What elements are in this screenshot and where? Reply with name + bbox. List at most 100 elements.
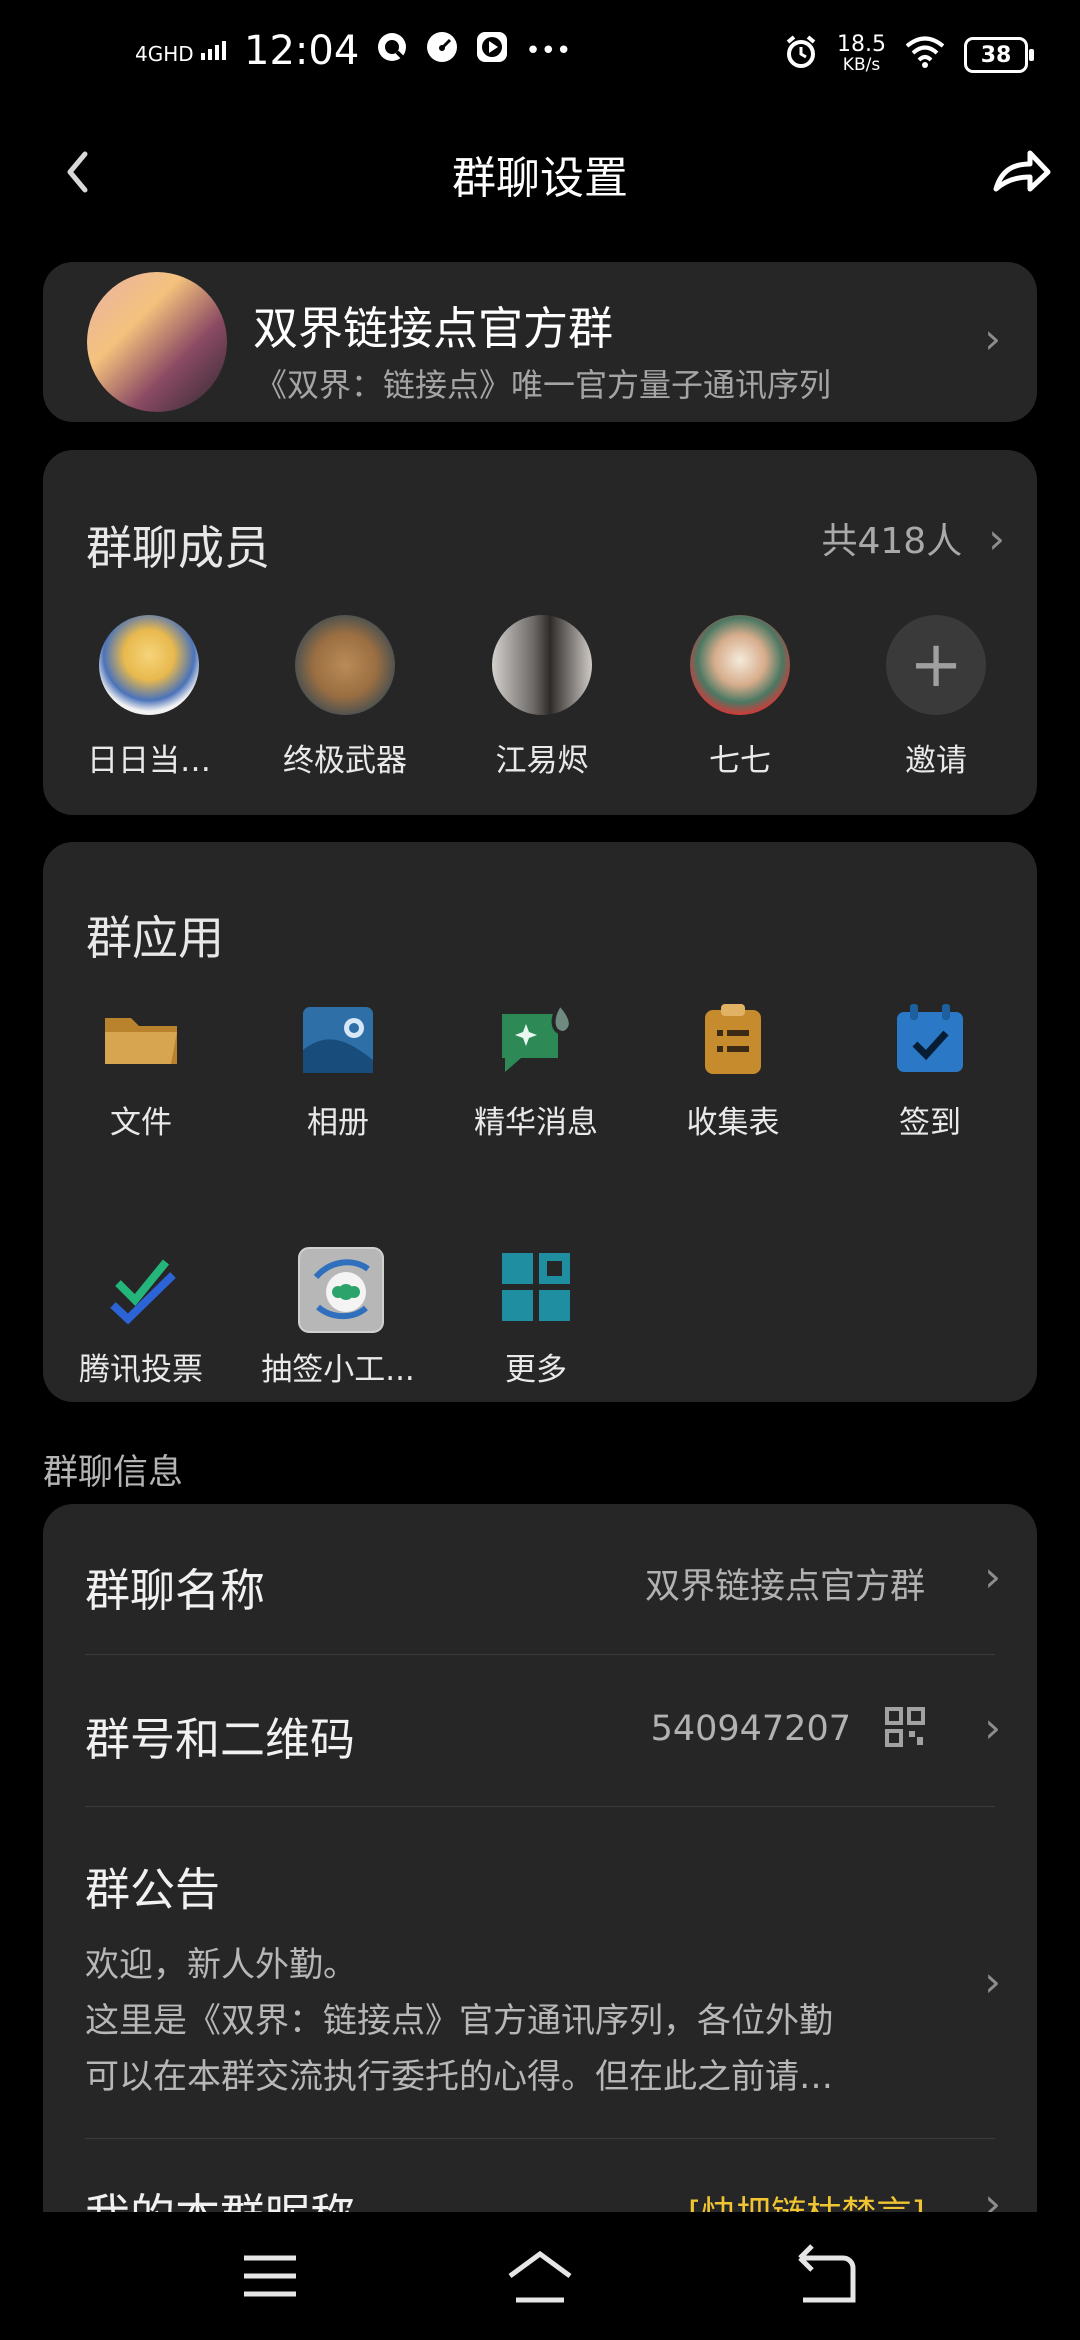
member-count: 共418人 bbox=[821, 521, 963, 562]
group-number-value: 540947207 bbox=[650, 1709, 851, 1749]
member-item[interactable]: 七七 bbox=[660, 615, 820, 780]
status-left: 4GHD 12:04 ••• bbox=[135, 28, 571, 74]
app-vote-check[interactable]: 腾讯投票 bbox=[51, 1247, 231, 1389]
menu-lines-icon bbox=[244, 2255, 296, 2297]
app-album[interactable]: 相册 bbox=[248, 1000, 428, 1142]
back-return-icon bbox=[798, 2244, 856, 2303]
essence-message-icon bbox=[496, 1000, 576, 1080]
my-nickname-value: [快把链枯禁言] bbox=[688, 2186, 925, 2212]
member-chevron-icon: › bbox=[988, 513, 1005, 563]
notice-line: 欢迎，新人外勤。 bbox=[85, 1945, 357, 1985]
checkin-calendar-icon bbox=[890, 1000, 970, 1080]
app-label: 签到 bbox=[899, 1105, 961, 1141]
app-grid-more[interactable]: 更多 bbox=[446, 1247, 626, 1389]
my-nickname-row[interactable]: 我的本群昵称 [快把链枯禁言] › bbox=[43, 2139, 1037, 2212]
recent-apps-button[interactable] bbox=[230, 2236, 310, 2316]
app-label: 精华消息 bbox=[474, 1105, 598, 1141]
app-label: 更多 bbox=[505, 1352, 567, 1388]
group-notice-label: 群公告 bbox=[85, 1863, 221, 1916]
app-label: 文件 bbox=[110, 1105, 172, 1141]
top-app-bar: 群聊设置 bbox=[0, 120, 1080, 230]
members-card: 群聊成员 共418人 › 日日当… 终极武器 江易烬 七七 + 邀请 bbox=[43, 450, 1037, 815]
notice-line: 这里是《双界：链接点》官方通讯序列，各位外勤 bbox=[85, 2001, 833, 2041]
page-title: 群聊设置 bbox=[452, 153, 628, 204]
status-right: 18.5 KB/s 38 bbox=[783, 32, 1034, 76]
network-type: 4GHD bbox=[135, 41, 194, 66]
invite-member-button[interactable]: + 邀请 bbox=[856, 615, 1016, 780]
my-nickname-chevron-icon: › bbox=[984, 2179, 1001, 2212]
invite-label: 邀请 bbox=[905, 743, 967, 779]
app-label: 腾讯投票 bbox=[79, 1352, 203, 1388]
group-notice-text: 欢迎，新人外勤。 这里是《双界：链接点》官方通讯序列，各位外勤 可以在本群交流执… bbox=[85, 1937, 833, 2105]
clipboard-icon bbox=[693, 1000, 773, 1080]
group-name-row[interactable]: 群聊名称 双界链接点官方群 › bbox=[43, 1504, 1037, 1654]
share-icon bbox=[993, 150, 1051, 192]
members-title: 群聊成员 bbox=[86, 521, 270, 575]
alarm-icon bbox=[783, 34, 819, 76]
member-item[interactable]: 终极武器 bbox=[265, 615, 425, 780]
back-navigation-button[interactable] bbox=[785, 2236, 865, 2316]
share-button[interactable] bbox=[988, 144, 1052, 204]
folder-icon bbox=[101, 1000, 181, 1080]
app-lottery-tool[interactable]: 抽签小工... bbox=[248, 1247, 428, 1389]
member-avatar bbox=[99, 615, 199, 715]
member-item[interactable]: 江易烬 bbox=[462, 615, 622, 780]
invite-plus-icon: + bbox=[886, 615, 986, 715]
battery-indicator: 38 bbox=[964, 37, 1034, 73]
app-clipboard[interactable]: 收集表 bbox=[643, 1000, 823, 1142]
member-name: 日日当… bbox=[87, 743, 211, 779]
speed-value: 18.5 bbox=[837, 32, 886, 57]
group-name-value: 双界链接点官方群 bbox=[644, 1567, 925, 1607]
group-description: 《双界：链接点》唯一官方量子通讯序列 bbox=[255, 366, 832, 404]
group-profile-card[interactable]: 双界链接点官方群 《双界：链接点》唯一官方量子通讯序列 › bbox=[43, 262, 1037, 422]
group-number-label: 群号和二维码 bbox=[85, 1713, 356, 1766]
group-name-chevron-icon: › bbox=[984, 1552, 1001, 1601]
member-item[interactable]: 日日当… bbox=[69, 615, 229, 780]
apps-grid: 文件 相册 精华消息 收集表 签到腾讯投票 抽签小工... 更多 bbox=[43, 842, 1037, 1402]
system-navigation-bar bbox=[0, 2212, 1080, 2340]
q-icon bbox=[375, 28, 409, 74]
play-icon bbox=[475, 28, 509, 74]
lottery-tool-icon bbox=[298, 1247, 384, 1333]
speed-icon bbox=[425, 28, 459, 74]
member-name: 七七 bbox=[709, 743, 771, 779]
grid-more-icon bbox=[496, 1247, 576, 1327]
qr-code-icon bbox=[885, 1707, 925, 1751]
app-label: 抽签小工... bbox=[261, 1352, 415, 1388]
group-notice-chevron-icon: › bbox=[984, 1957, 1001, 2006]
status-bar: 4GHD 12:04 ••• 18.5 KB/s 38 bbox=[0, 0, 1080, 120]
group-profile-chevron-icon: › bbox=[984, 314, 1001, 363]
home-icon bbox=[508, 2250, 572, 2303]
battery-level: 38 bbox=[980, 42, 1012, 68]
wifi-icon bbox=[904, 35, 946, 75]
member-avatar bbox=[295, 615, 395, 715]
app-label: 收集表 bbox=[686, 1105, 780, 1141]
group-name: 双界链接点官方群 bbox=[253, 302, 614, 355]
app-label: 相册 bbox=[307, 1105, 369, 1141]
album-icon bbox=[298, 1000, 378, 1080]
member-count-link[interactable]: 共418人 › bbox=[821, 512, 1005, 564]
group-avatar bbox=[87, 272, 227, 412]
member-avatar bbox=[492, 615, 592, 715]
group-name-label: 群聊名称 bbox=[85, 1564, 266, 1617]
group-info-card: 群聊名称 双界链接点官方群 › 群号和二维码 540947207 › 群公告 欢… bbox=[43, 1504, 1037, 2212]
group-notice-row[interactable]: 群公告 欢迎，新人外勤。 这里是《双界：链接点》官方通讯序列，各位外勤 可以在本… bbox=[43, 1807, 1037, 2137]
home-button[interactable] bbox=[500, 2236, 580, 2316]
vote-check-icon bbox=[101, 1247, 181, 1327]
my-nickname-label: 我的本群昵称 bbox=[85, 2179, 355, 2212]
notice-line: 可以在本群交流执行委托的心得。但在此之前请… bbox=[85, 2057, 833, 2097]
app-checkin-calendar[interactable]: 签到 bbox=[840, 1000, 1020, 1142]
member-name: 江易烬 bbox=[495, 743, 589, 779]
network-speed: 18.5 KB/s bbox=[837, 32, 886, 76]
member-avatar bbox=[690, 615, 790, 715]
group-number-row[interactable]: 群号和二维码 540947207 › bbox=[43, 1655, 1037, 1805]
app-essence-message[interactable]: 精华消息 bbox=[446, 1000, 626, 1142]
app-folder[interactable]: 文件 bbox=[51, 1000, 231, 1142]
more-notifications: ••• bbox=[525, 36, 572, 66]
signal-icon: 4GHD bbox=[135, 39, 228, 64]
group-number-chevron-icon: › bbox=[984, 1703, 1001, 1752]
member-name: 终极武器 bbox=[283, 743, 407, 779]
clock-time: 12:04 bbox=[244, 28, 360, 74]
group-info-section-label: 群聊信息 bbox=[43, 1453, 184, 1493]
speed-unit: KB/s bbox=[842, 55, 881, 75]
